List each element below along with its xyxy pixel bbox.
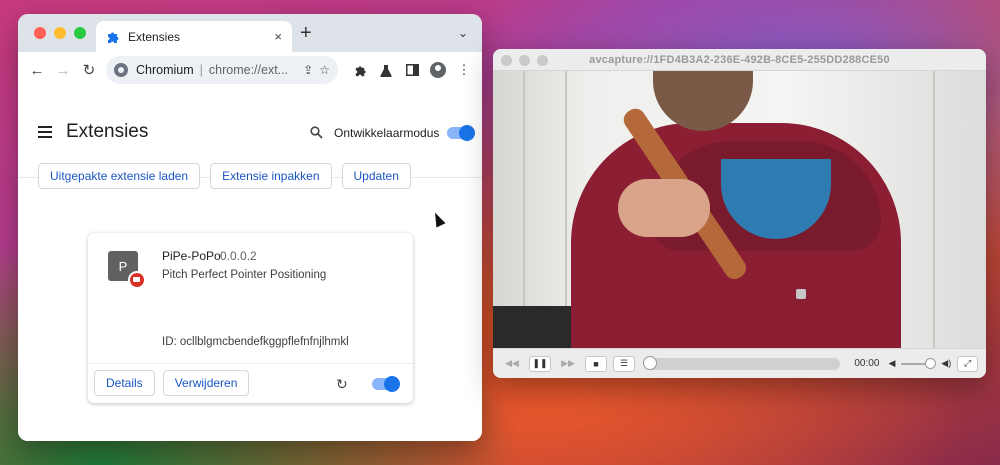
- person-beard: [653, 71, 753, 131]
- close-window-button[interactable]: [34, 27, 46, 39]
- labs-flask-icon[interactable]: [376, 60, 396, 80]
- zoom-window-button[interactable]: [74, 27, 86, 39]
- chrome-window: Extensies × + ⌄ ← → ↻ Chromium | chrome:…: [18, 14, 482, 441]
- extensions-header: Extensies Ontwikkelaarmodus Uitgepakte e…: [18, 88, 482, 189]
- extension-enabled-toggle[interactable]: [372, 376, 400, 392]
- player-controls: ◀◀ ❚❚ ▶▶ ■ ☰ 00:00 ◀ ◀) ⤢: [493, 348, 986, 378]
- developer-mode-label: Ontwikkelaarmodus: [334, 126, 440, 140]
- hoodie-logo: [796, 289, 806, 299]
- omnibox-separator: |: [199, 63, 203, 77]
- reload-icon[interactable]: ↻: [78, 57, 100, 83]
- person-hoodie: [571, 123, 901, 348]
- extension-description: Pitch Perfect Pointer Positioning: [162, 269, 327, 281]
- load-unpacked-button[interactable]: Uitgepakte extensie laden: [38, 163, 201, 189]
- stop-icon[interactable]: ■: [585, 355, 607, 372]
- url-text: chrome://ext...: [208, 63, 289, 77]
- minimize-window-button[interactable]: [54, 27, 66, 39]
- tab-close-icon[interactable]: ×: [274, 29, 282, 44]
- player-title-bar: avcapture://1FD4B3A2-236E-492B-8CE5-255D…: [493, 49, 986, 71]
- bookmark-star-icon[interactable]: ☆: [319, 63, 330, 77]
- seek-bar[interactable]: [643, 355, 841, 370]
- developer-mode-toggle[interactable]: [447, 125, 475, 141]
- rewind-icon[interactable]: ◀◀: [501, 356, 523, 372]
- pack-extension-button[interactable]: Extensie inpakken: [210, 163, 332, 189]
- back-arrow-icon[interactable]: ←: [26, 57, 48, 83]
- seek-knob[interactable]: [643, 355, 657, 370]
- camera-badge-icon: [128, 271, 146, 289]
- fast-forward-icon[interactable]: ▶▶: [557, 356, 579, 372]
- update-button[interactable]: Updaten: [341, 163, 411, 189]
- details-button[interactable]: Details: [94, 370, 155, 396]
- card-divider: [88, 363, 413, 364]
- extension-version: 0.0.0.2: [220, 249, 257, 263]
- browser-toolbar: ← → ↻ Chromium | chrome://ext... ⇪ ☆ ⋮: [18, 52, 482, 88]
- more-menu-icon[interactable]: ⋮: [454, 60, 474, 80]
- developer-actions: Uitgepakte extensie laden Extensie inpak…: [38, 163, 411, 189]
- reload-extension-icon[interactable]: ↻: [336, 376, 348, 393]
- extensions-page: Extensies Ontwikkelaarmodus Uitgepakte e…: [18, 88, 482, 441]
- address-bar[interactable]: Chromium | chrome://ext... ⇪ ☆: [106, 56, 338, 84]
- site-name: Chromium: [136, 63, 194, 77]
- window-controls: [34, 27, 86, 39]
- pause-icon[interactable]: ❚❚: [529, 355, 551, 372]
- extension-id: ID: ocllblgmcbendefkggpflefnfnjlhmkl: [162, 336, 349, 348]
- person-hand: [618, 179, 710, 237]
- tab-extensions[interactable]: Extensies ×: [96, 21, 292, 52]
- tab-bar: Extensies × + ⌄: [18, 14, 482, 52]
- volume-slider[interactable]: [901, 357, 937, 369]
- hamburger-menu-icon[interactable]: [38, 126, 52, 141]
- new-tab-button[interactable]: +: [300, 23, 312, 43]
- video-frame: [493, 71, 986, 348]
- fullscreen-icon[interactable]: ⤢: [957, 355, 978, 372]
- page-title: Extensies: [66, 121, 149, 142]
- forward-arrow-icon[interactable]: →: [52, 57, 74, 83]
- playlist-icon[interactable]: ☰: [613, 355, 635, 372]
- extensions-puzzle-icon[interactable]: [350, 60, 370, 80]
- player-title: avcapture://1FD4B3A2-236E-492B-8CE5-255D…: [589, 54, 890, 66]
- search-icon[interactable]: [310, 126, 323, 142]
- extension-name: PiPe-PoPo: [162, 249, 221, 263]
- video-player-window: avcapture://1FD4B3A2-236E-492B-8CE5-255D…: [493, 49, 986, 378]
- time-readout: 00:00: [854, 358, 880, 369]
- volume-high-icon: ◀): [941, 358, 952, 368]
- side-panel-icon[interactable]: [402, 60, 422, 80]
- puzzle-icon: [106, 30, 120, 44]
- tab-search-chevron-icon[interactable]: ⌄: [458, 26, 468, 40]
- remove-button[interactable]: Verwijderen: [162, 370, 250, 396]
- chromium-icon: [114, 63, 128, 77]
- volume-low-icon: ◀: [888, 358, 896, 368]
- profile-avatar-icon[interactable]: [428, 60, 448, 80]
- extension-card: P PiPe-PoPo 0.0.0.2 Pitch Perfect Pointe…: [88, 233, 413, 403]
- share-icon[interactable]: ⇪: [303, 63, 313, 77]
- tab-title: Extensies: [128, 29, 181, 44]
